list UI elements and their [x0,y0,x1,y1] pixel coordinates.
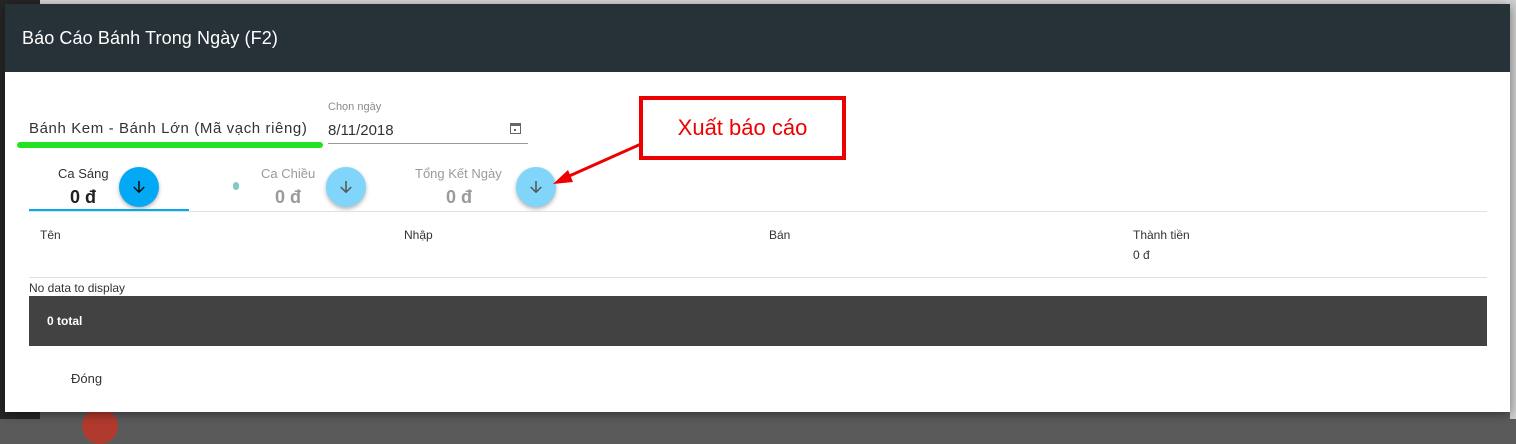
column-header-nhap[interactable]: Nhập [404,228,433,242]
shift-amount: 0 đ [275,187,302,207]
dialog-header: Báo Cáo Bánh Trong Ngày (F2) [5,4,1510,72]
background-fab [82,408,118,444]
shift-amount: 0 đ [70,187,97,207]
table-top-border [29,211,1487,212]
table-header-border [29,277,1487,278]
column-header-ten[interactable]: Tên [40,228,61,242]
shift-label: Ca Sáng [58,166,109,181]
shift-label: Tổng Kết Ngày [415,166,502,181]
date-input[interactable]: 8/11/2018 [328,122,394,139]
tab-dot [233,182,239,190]
close-button[interactable]: Đóng [71,371,102,386]
column-header-ban[interactable]: Bán [769,228,790,242]
calendar-icon[interactable] [510,123,521,134]
column-total-thanh-tien: 0 đ [1133,248,1150,262]
arrow-down-icon [530,181,542,194]
highlight-underline [17,142,323,148]
tab-ca-sang[interactable]: Ca Sáng 0 đ [29,162,189,208]
footer-total: 0 total [47,314,83,328]
tab-ca-chieu[interactable]: Ca Chiều 0 đ [245,162,325,208]
product-group-select[interactable]: Bánh Kem - Bánh Lớn (Mã vạch riêng) [29,120,307,137]
arrow-down-icon [133,181,145,194]
dialog-title: Báo Cáo Bánh Trong Ngày (F2) [22,28,278,48]
export-ca-chieu-button[interactable] [326,167,366,207]
shift-amount: 0 đ [446,187,473,207]
table-footer: 0 total [29,296,1487,346]
export-report-button[interactable] [516,167,556,207]
background-scrollbar [1510,0,1516,419]
tab-tong-ket-ngay[interactable]: Tổng Kết Ngày 0 đ [405,162,515,208]
export-ca-sang-button[interactable] [119,167,159,207]
shift-label: Ca Chiều [261,166,316,181]
annotation-callout: Xuất báo cáo [639,96,846,160]
empty-message: No data to display [29,281,126,295]
arrow-down-icon [340,181,352,194]
column-header-thanh-tien[interactable]: Thành tiền [1133,228,1190,242]
date-label: Chọn ngày [328,101,382,113]
annotation-text: Xuất báo cáo [677,115,808,140]
date-input-underline [328,143,528,144]
report-dialog: Báo Cáo Bánh Trong Ngày (F2) Bánh Kem - … [5,4,1510,412]
